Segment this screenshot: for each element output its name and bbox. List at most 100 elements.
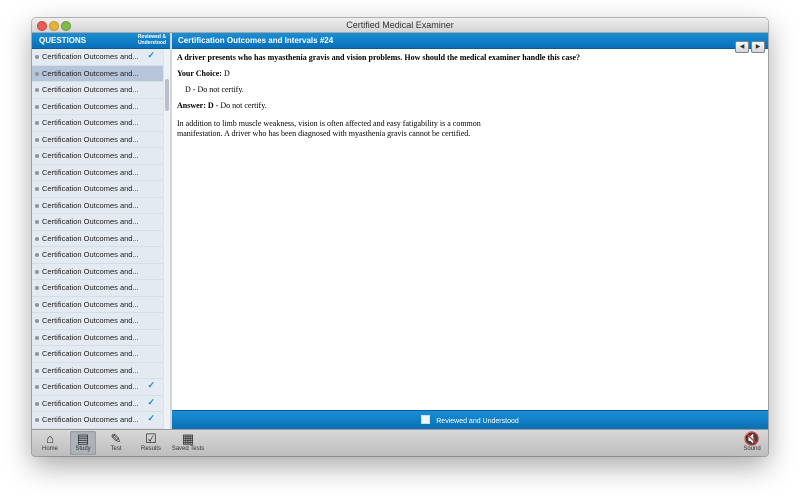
question-item-label: Certification Outcomes and... [42,233,139,243]
bullet-icon [35,401,39,406]
bullet-icon [35,187,39,191]
bottom-toolbar: 🔇 Sound ⌂ Home ▤ Study ✎ Test ☑ Results ▦ Saved T… [32,429,768,456]
toolbar-results[interactable]: ☑ Results [136,431,166,455]
bullet-icon [35,418,39,422]
answer-label: Answer: D [177,101,214,110]
question-list-item[interactable]: Certification Outcomes and... [32,99,163,115]
bullet-icon [35,385,39,389]
title-bar: Certified Medical Examiner [32,18,768,33]
saved-tests-icon: ▦ [181,431,195,446]
bullet-icon [35,286,39,290]
question-item-label: Certification Outcomes and... [42,266,139,276]
sound-muted-icon: 🔇 [743,431,761,446]
question-item-label: Certification Outcomes and... [42,85,139,94]
question-item-label: Certification Outcomes and... [42,167,139,177]
your-choice: Your Choice: D [177,69,757,79]
question-list-item[interactable]: Certification Outcomes and... [32,82,163,99]
bullet-icon [35,154,39,158]
toolbar-study[interactable]: ▤ Study [70,431,96,455]
your-choice-label: Your Choice: [177,69,222,78]
reviewed-checkbox[interactable] [421,415,431,424]
sound-label: Sound [743,446,761,452]
question-list-item[interactable]: Certification Outcomes and... [32,346,163,363]
question-list-item[interactable]: Certification Outcomes and... [32,313,163,330]
bullet-icon [35,269,39,274]
question-list-item[interactable]: Certification Outcomes and... [32,148,163,165]
reviewed-understood-bar[interactable]: Reviewed and Understood [172,410,768,429]
explanation-text: In addition to limb muscle weakness, vis… [177,119,481,138]
questions-sidebar: QUESTIONS Reviewed & Understood Certifica… [32,33,170,429]
bullet-icon [35,220,39,224]
toolbar-label: Test [110,446,122,452]
question-item-label: Certification Outcomes and... [42,68,139,78]
sound-button[interactable]: 🔇 Sound [740,431,764,455]
reviewed-label: Reviewed and Understood [436,418,519,425]
question-list-item[interactable]: Certification Outcomes and... [32,231,163,247]
question-list-item[interactable]: Certification Outcomes and... ✓ [32,49,163,66]
question-item-label: Certification Outcomes and... [42,118,139,127]
question-item-label: Certification Outcomes and... [42,52,139,61]
question-title: Certification Outcomes and Intervals #24 [178,36,334,45]
question-text: A driver presents who has myasthenia gra… [177,53,580,62]
bullet-icon [35,71,39,76]
question-item-label: Certification Outcomes and... [42,316,139,325]
answer: Answer: D - Do not certify. [177,101,757,111]
bullet-icon [35,88,39,92]
question-item-label: Certification Outcomes and... [42,299,139,309]
study-icon: ▤ [76,431,90,446]
next-question-button[interactable]: ▶ [751,41,765,53]
question-list-item[interactable]: Certification Outcomes and... ✓ [32,412,163,429]
toolbar-label: Home [41,446,58,452]
toolbar-saved-tests[interactable]: ▦ Saved Tests [168,431,208,455]
question-list-item[interactable]: Certification Outcomes and... [32,363,163,379]
question-list-item[interactable]: Certification Outcomes and... [32,214,163,231]
question-item-label: Certification Outcomes and... [42,101,139,111]
choice-text: D - Do not certify. [185,85,244,94]
question-list-item[interactable]: Certification Outcomes and... [32,165,163,181]
your-choice-value: D [223,69,230,78]
bullet-icon [35,203,39,208]
toolbar-label: Saved Tests [171,446,205,452]
question-item-label: Certification Outcomes and... [42,184,139,193]
reviewed-check-icon: ✓ [147,50,155,60]
scroll-thumb[interactable] [165,79,169,111]
question-list-item[interactable]: Certification Outcomes and... [32,247,163,264]
bullet-icon [35,253,39,257]
question-list-item[interactable]: Certification Outcomes and... [32,264,163,280]
sidebar-header: QUESTIONS Reviewed & Understood [32,33,170,49]
nav-buttons: ◀ ▶ [733,35,765,53]
answer-text: - Do not certify. [213,101,267,110]
toolbar-label: Study [75,446,91,452]
toolbar-home[interactable]: ⌂ Home [38,431,62,455]
question-list: Certification Outcomes and... ✓ Certificat… [32,49,163,429]
bullet-icon [35,170,39,175]
question-list-item[interactable]: Certification Outcomes and... [32,198,163,214]
question-list-item[interactable]: Certification Outcomes and... ✓ [32,396,163,412]
question-list-item[interactable]: Certification Outcomes and... [32,132,163,148]
question-list-item[interactable]: Certification Outcomes and... ✓ [32,379,163,396]
sidebar-scrollbar[interactable] [163,49,170,429]
question-list-item[interactable]: Certification Outcomes and... [32,181,163,198]
question-item-label: Certification Outcomes and... [42,365,139,375]
bullet-icon [35,55,39,59]
app-window: Certified Medical Examiner QUESTIONS Rev… [32,18,768,456]
question-item-label: Certification Outcomes and... [42,250,139,259]
question-list-item[interactable]: Certification Outcomes and... [32,330,163,346]
question-pane: Certification Outcomes and Intervals #24… [172,33,768,429]
reviewed-check-icon: ✓ [147,413,155,423]
toolbar-test[interactable]: ✎ Test [104,431,128,455]
toolbar-label: Results [140,446,161,452]
question-list-item[interactable]: Certification Outcomes and... [32,65,163,82]
previous-question-button[interactable]: ◀ [735,41,749,53]
bullet-icon [35,352,39,356]
question-list-item[interactable]: Certification Outcomes and... [32,280,163,297]
bullet-icon [35,121,39,125]
question-list-item[interactable]: Certification Outcomes and... [32,115,163,132]
bullet-icon [35,335,39,340]
reviewed-check-icon: ✓ [147,396,155,407]
question-item-label: Certification Outcomes and... [42,382,139,391]
question-item-label: Certification Outcomes and... [42,332,139,342]
question-header: Certification Outcomes and Intervals #24… [172,33,768,53]
question-item-label: Certification Outcomes and... [42,349,139,358]
question-list-item[interactable]: Certification Outcomes and... [32,297,163,313]
